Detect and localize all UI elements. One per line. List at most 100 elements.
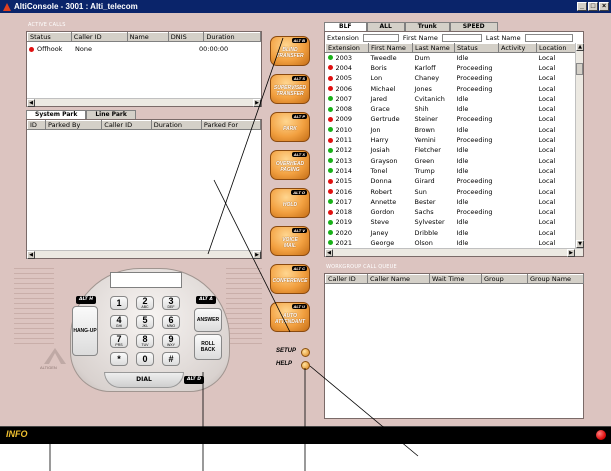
- directory-row[interactable]: 2010 Jon Brown Idle Local: [326, 125, 577, 135]
- workgroup-column-header[interactable]: Group Name: [527, 274, 584, 284]
- keypad-key-5[interactable]: 5 JKL: [136, 315, 154, 329]
- directory-row[interactable]: 2011 Harry Yemini Proceeding Local: [326, 135, 577, 145]
- scroll-up-icon[interactable]: ▲: [576, 43, 584, 51]
- scroll-down-icon[interactable]: ▼: [576, 240, 584, 248]
- directory-row[interactable]: 2020 Janey Dribble Idle Local: [326, 228, 577, 238]
- rollback-button[interactable]: ROLL BACK: [194, 334, 222, 360]
- directory-row[interactable]: 2003 Tweedle Dum Idle Local: [326, 53, 577, 63]
- directory-column-header[interactable]: First Name: [368, 43, 413, 53]
- keypad-digit: 1: [116, 298, 122, 308]
- first-name-filter-input[interactable]: [441, 33, 482, 42]
- hangup-button[interactable]: HANG-UP: [72, 306, 98, 356]
- action-button-conference[interactable]: ALT C CONFERENCE: [270, 264, 310, 294]
- keypad-key-3[interactable]: 3 DEF: [162, 296, 180, 310]
- dial-button[interactable]: DIAL: [104, 372, 184, 388]
- scroll-right-icon[interactable]: ▶: [253, 251, 261, 259]
- keypad-key-star[interactable]: *: [110, 352, 128, 366]
- directory-row[interactable]: 2015 Donna Girard Proceeding Local: [326, 176, 577, 186]
- active-calls-column-header[interactable]: DNIS: [167, 32, 205, 42]
- active-calls-column-header[interactable]: Duration: [203, 32, 261, 42]
- workgroup-column-header[interactable]: Caller ID: [325, 274, 368, 284]
- tab-all[interactable]: ALL: [366, 22, 405, 31]
- workgroup-column-header[interactable]: Group: [481, 274, 528, 284]
- directory-row[interactable]: 2004 Boris Karloff Proceeding Local: [326, 63, 577, 73]
- directory-column-header[interactable]: Last Name: [412, 43, 455, 53]
- scroll-left-icon[interactable]: ◀: [27, 251, 35, 259]
- active-calls-column-header[interactable]: Status: [27, 32, 72, 42]
- workgroup-column-header[interactable]: Wait Time: [429, 274, 482, 284]
- keypad-key-2[interactable]: 2 ABC: [136, 296, 154, 310]
- tab-system-park[interactable]: System Park: [26, 110, 87, 119]
- directory-row[interactable]: 2018 Gordon Sachs Proceeding Local: [326, 207, 577, 217]
- scroll-left-icon[interactable]: ◀: [325, 249, 333, 257]
- extension-filter-input[interactable]: [362, 33, 399, 42]
- tab-line-park[interactable]: Line Park: [86, 110, 136, 119]
- directory-row[interactable]: 2012 Josiah Fletcher Idle Local: [326, 145, 577, 155]
- maximize-button[interactable]: □: [588, 2, 598, 11]
- park-column-header[interactable]: Parked By: [44, 120, 103, 130]
- close-button[interactable]: ×: [599, 2, 609, 11]
- park-column-header[interactable]: Duration: [150, 120, 202, 130]
- directory-vscroll[interactable]: ▲ ▼: [575, 43, 584, 248]
- keypad-key-4[interactable]: 4 GHI: [110, 315, 128, 329]
- keypad-key-8[interactable]: 8 TUV: [136, 334, 154, 348]
- directory-row[interactable]: 2021 George Olson Idle Local: [326, 238, 577, 248]
- setup-button[interactable]: [301, 348, 310, 357]
- action-button-hold[interactable]: ALT O HOLD: [270, 188, 310, 218]
- directory-row[interactable]: 2006 Michael Jones Proceeding Local: [326, 83, 577, 93]
- directory-cell: 2019: [326, 217, 369, 227]
- park-column-header[interactable]: Caller ID: [101, 120, 152, 130]
- scroll-thumb[interactable]: [576, 63, 583, 75]
- active-calls-column-header[interactable]: Caller ID: [70, 32, 128, 42]
- directory-row[interactable]: 2005 Lon Chaney Proceeding Local: [326, 73, 577, 83]
- directory-cell: Green: [413, 155, 455, 165]
- directory-column-header[interactable]: Extension: [325, 43, 369, 53]
- action-button-voice-mail[interactable]: ALT V VOICE MAIL: [270, 226, 310, 256]
- action-button-park[interactable]: ALT P PARK: [270, 112, 310, 142]
- action-button-overhead-paging[interactable]: ALT X OVERHEAD PAGING: [270, 150, 310, 180]
- tab-speed[interactable]: SPEED: [449, 22, 498, 31]
- directory-row[interactable]: 2009 Gertrude Steiner Proceeding Local: [326, 114, 577, 124]
- scroll-right-icon[interactable]: ▶: [253, 99, 261, 107]
- scroll-right-icon[interactable]: ▶: [567, 249, 575, 257]
- action-button-auto-attendant[interactable]: ALT U AUTO ATTENDANT: [270, 302, 310, 332]
- directory-row[interactable]: 2007 Jared Cvitanich Idle Local: [326, 94, 577, 104]
- directory-row[interactable]: 2019 Steve Sylvester Idle Local: [326, 217, 577, 227]
- minimize-button[interactable]: _: [577, 2, 587, 11]
- tab-trunk[interactable]: Trunk: [404, 22, 450, 31]
- tab-blf[interactable]: BLF: [324, 22, 367, 31]
- last-name-filter-input[interactable]: [524, 33, 573, 42]
- park-hscroll[interactable]: ◀ ▶: [27, 250, 261, 259]
- action-button-blind-transfer[interactable]: ALT B BLIND TRANSFER: [270, 36, 310, 66]
- keypad-key-pound[interactable]: #: [162, 352, 180, 366]
- directory-row[interactable]: 2016 Robert Sun Proceeding Local: [326, 186, 577, 196]
- park-column-header[interactable]: ID: [27, 120, 46, 130]
- keypad-key-6[interactable]: 6 MNO: [162, 315, 180, 329]
- directory-row[interactable]: 2017 Annette Bester Idle Local: [326, 197, 577, 207]
- directory-row[interactable]: 2014 Tonel Trump Idle Local: [326, 166, 577, 176]
- directory-column-header[interactable]: Location: [536, 43, 577, 53]
- scroll-left-icon[interactable]: ◀: [27, 99, 35, 107]
- directory-row[interactable]: 2013 Grayson Green Idle Local: [326, 155, 577, 165]
- directory-cell: Local: [537, 228, 577, 238]
- directory-column-header[interactable]: Activity: [498, 43, 537, 53]
- keypad-key-7[interactable]: 7 PRS: [110, 334, 128, 348]
- directory-column-header[interactable]: Status: [454, 43, 499, 53]
- active-calls-column-header[interactable]: Name: [126, 32, 169, 42]
- keypad-key-9[interactable]: 9 WXY: [162, 334, 180, 348]
- workgroup-column-header[interactable]: Caller Name: [367, 274, 430, 284]
- directory-row[interactable]: 2008 Grace Shih Idle Local: [326, 104, 577, 114]
- active-call-row[interactable]: Offhook None 00:00:00: [29, 44, 239, 54]
- directory-first-text: Josiah: [370, 146, 390, 155]
- active-calls-hscroll[interactable]: ◀ ▶: [27, 98, 261, 107]
- answer-button[interactable]: ANSWER: [194, 308, 222, 332]
- alt-key-badge: ALT V: [291, 228, 307, 233]
- directory-hscroll[interactable]: ◀ ▶: [325, 248, 583, 257]
- directory-last-text: Cvitanich: [414, 94, 445, 103]
- action-button-supervised-transfer[interactable]: ALT S SUPERVISED TRANSFER: [270, 74, 310, 104]
- keypad-key-1[interactable]: 1: [110, 296, 128, 310]
- keypad-key-0[interactable]: 0: [136, 352, 154, 366]
- help-button[interactable]: [301, 361, 310, 370]
- park-column-header[interactable]: Parked For: [200, 120, 262, 130]
- directory-cell: 2015: [326, 176, 369, 186]
